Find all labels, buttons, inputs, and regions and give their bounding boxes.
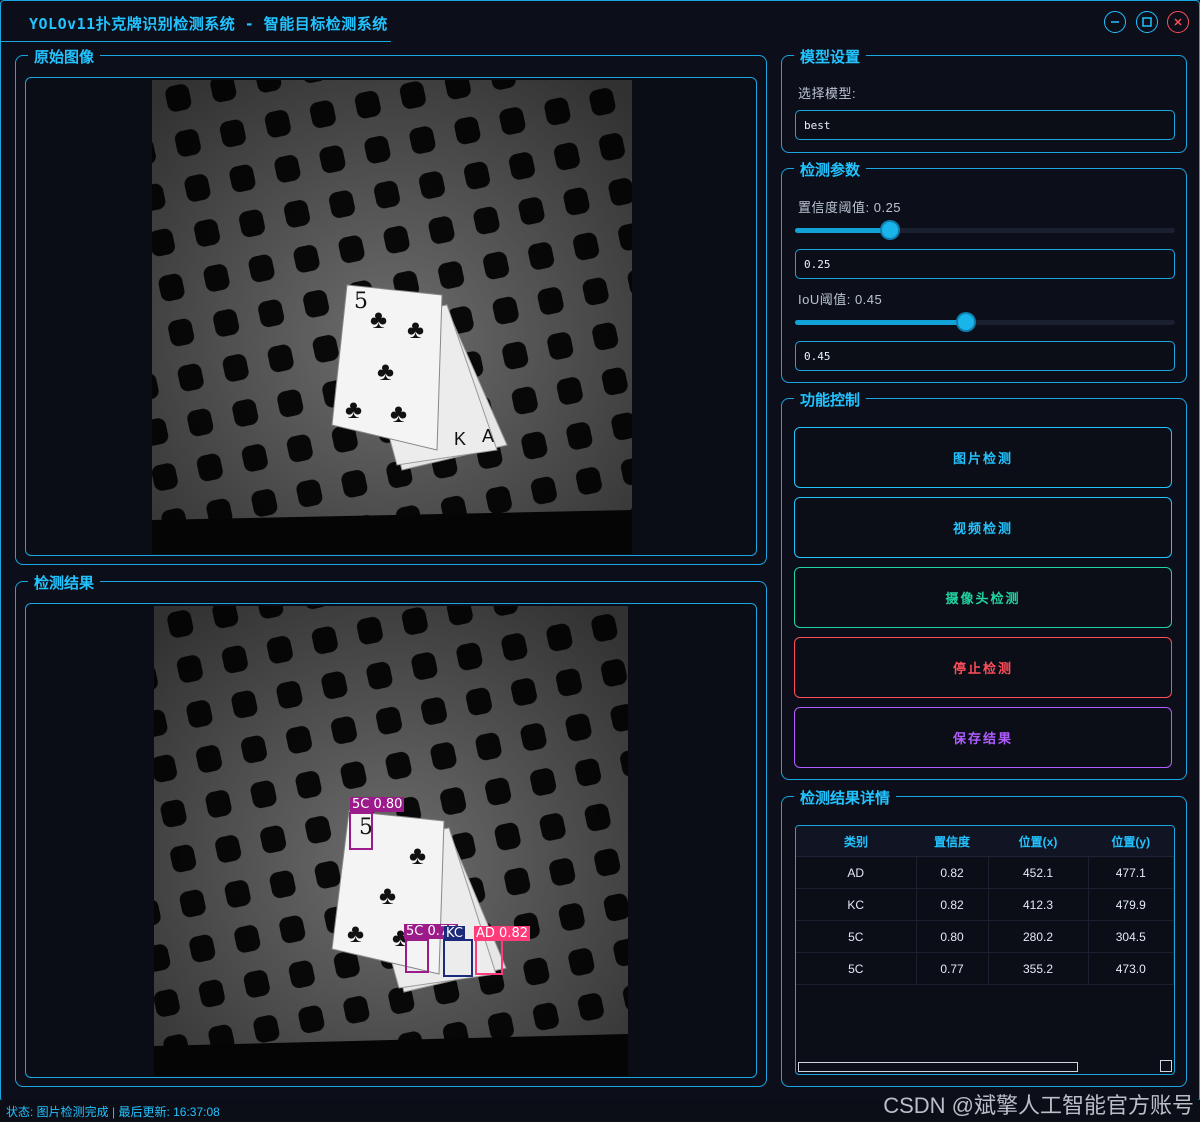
iou-slider-fill (795, 320, 966, 325)
svg-text:A: A (482, 426, 494, 446)
svg-text:♣: ♣ (345, 394, 362, 424)
result-image: 5 ♣ ♣ ♣ ♣ 5C 0.80 5C 0.77 KC AD 0.82 (154, 606, 628, 1076)
minimize-button[interactable] (1104, 11, 1126, 33)
image-detect-button[interactable]: 图片检测 (794, 427, 1172, 488)
stop-detect-button[interactable]: 停止检测 (794, 637, 1172, 698)
cell-confidence: 0.77 (916, 952, 989, 985)
detection-label: 5C 0.80 (350, 797, 405, 812)
detection-label: KC (444, 926, 465, 941)
cell-y: 304.5 (1088, 920, 1174, 953)
detection-result-group: 检测结果 5 ♣ ♣ ♣ ♣ 5C 0.80 5C 0.77 KC AD 0.8… (15, 572, 767, 1087)
confidence-label: 置信度阈值: 0.25 (798, 200, 902, 215)
function-control-group: 功能控制 图片检测 视频检测 摄像头检测 停止检测 保存结果 (781, 389, 1187, 780)
results-table: 类别 置信度 位置(x) 位置(y) AD 0.82 452.1 477.1 K… (796, 826, 1174, 985)
maximize-button[interactable] (1136, 11, 1158, 33)
result-image-frame: 5 ♣ ♣ ♣ ♣ 5C 0.80 5C 0.77 KC AD 0.82 (25, 603, 757, 1078)
results-table-container: 类别 置信度 位置(x) 位置(y) AD 0.82 452.1 477.1 K… (795, 825, 1175, 1075)
cell-y: 473.0 (1088, 952, 1174, 985)
column-header[interactable]: 位置(y) (1088, 826, 1174, 857)
cell-class: 5C (796, 952, 917, 985)
original-image-frame: 5 ♣ ♣ ♣ ♣ ♣ A K (25, 77, 757, 556)
app-window: YOLOv11扑克牌识别检测系统 - 智能目标检测系统 原始图像 5 ♣ ♣ ♣… (0, 0, 1200, 1102)
cell-confidence: 0.82 (916, 856, 989, 889)
confidence-input[interactable]: 0.25 (795, 249, 1175, 279)
table-header-row: 类别 置信度 位置(x) 位置(y) (796, 826, 1174, 857)
horizontal-scrollbar[interactable] (798, 1062, 1078, 1072)
function-control-title: 功能控制 (794, 389, 867, 410)
cell-y: 479.9 (1088, 888, 1174, 921)
column-header[interactable]: 位置(x) (988, 826, 1088, 857)
model-settings-title: 模型设置 (794, 46, 867, 67)
cell-y: 477.1 (1088, 856, 1174, 889)
window-title: YOLOv11扑克牌识别检测系统 - 智能目标检测系统 (29, 15, 388, 33)
save-results-button[interactable]: 保存结果 (794, 707, 1172, 768)
svg-text:♣: ♣ (377, 356, 394, 386)
cell-x: 280.2 (988, 920, 1089, 953)
cell-class: KC (796, 888, 917, 921)
table-row[interactable]: 5C 0.80 280.2 304.5 (796, 920, 1174, 953)
detection-result-title: 检测结果 (28, 572, 101, 593)
cell-confidence: 0.80 (916, 920, 989, 953)
close-button[interactable] (1167, 11, 1189, 33)
video-detect-button[interactable]: 视频检测 (794, 497, 1172, 558)
svg-text:♣: ♣ (407, 314, 424, 344)
cell-x: 412.3 (988, 888, 1089, 921)
svg-text:♣: ♣ (390, 398, 407, 428)
cell-class: AD (796, 856, 917, 889)
svg-text:♣: ♣ (347, 918, 364, 948)
cell-confidence: 0.82 (916, 888, 989, 921)
title-bar: YOLOv11扑克牌识别检测系统 - 智能目标检测系统 (1, 1, 1199, 43)
detection-params-group: 检测参数 置信度阈值: 0.25 0.25 IoU阈值: 0.45 0.45 (781, 159, 1187, 383)
iou-label: IoU阈值: 0.45 (798, 292, 883, 307)
cell-class: 5C (796, 920, 917, 953)
table-row[interactable]: KC 0.82 412.3 479.9 (796, 888, 1174, 921)
confidence-slider-fill (795, 228, 890, 233)
iou-slider[interactable] (795, 314, 1175, 330)
original-image-title: 原始图像 (28, 46, 101, 67)
watermark: CSDN @斌擎人工智能官方账号 (883, 1093, 1194, 1118)
camera-detect-button[interactable]: 摄像头检测 (794, 567, 1172, 628)
detection-label: AD 0.82 (474, 926, 530, 941)
select-model-label: 选择模型: (798, 86, 857, 101)
maximize-icon (1142, 17, 1152, 27)
model-settings-group: 模型设置 选择模型: best (781, 46, 1187, 153)
results-detail-group: 检测结果详情 类别 置信度 位置(x) 位置(y) AD 0.82 452.1 (781, 787, 1187, 1087)
table-row[interactable]: AD 0.82 452.1 477.1 (796, 856, 1174, 889)
detection-params-title: 检测参数 (794, 159, 867, 180)
cell-x: 452.1 (988, 856, 1089, 889)
scroll-corner (1160, 1060, 1172, 1072)
original-image-group: 原始图像 5 ♣ ♣ ♣ ♣ ♣ A K (15, 46, 767, 565)
iou-slider-handle[interactable] (958, 314, 974, 330)
original-image: 5 ♣ ♣ ♣ ♣ ♣ A K (152, 80, 632, 554)
column-header[interactable]: 置信度 (916, 826, 988, 857)
svg-text:♣: ♣ (409, 840, 426, 870)
svg-text:K: K (454, 429, 466, 449)
close-icon (1174, 18, 1182, 26)
svg-text:5: 5 (359, 815, 373, 840)
svg-text:♣: ♣ (370, 304, 387, 334)
iou-input[interactable]: 0.45 (795, 341, 1175, 371)
svg-text:♣: ♣ (379, 880, 396, 910)
table-row[interactable]: 5C 0.77 355.2 473.0 (796, 952, 1174, 985)
confidence-slider[interactable] (795, 222, 1175, 238)
column-header[interactable]: 类别 (796, 826, 916, 857)
model-select[interactable]: best (795, 110, 1175, 140)
svg-text:5: 5 (354, 289, 368, 314)
minimize-icon (1111, 21, 1119, 23)
cell-x: 355.2 (988, 952, 1089, 985)
title-underline (1, 41, 391, 42)
confidence-slider-handle[interactable] (882, 222, 898, 238)
results-detail-title: 检测结果详情 (794, 787, 897, 808)
